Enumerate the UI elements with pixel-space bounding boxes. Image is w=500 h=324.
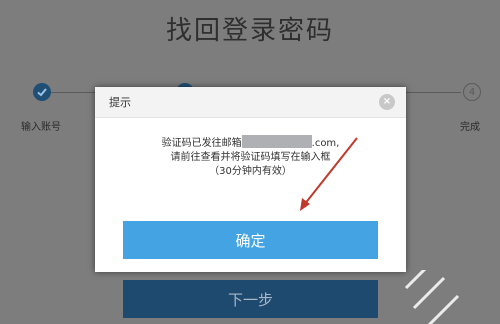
step-1-label: 输入账号 (21, 122, 61, 133)
dialog-title: 提示 (109, 96, 131, 109)
redacted-email (241, 135, 312, 148)
step-4-circle: 4 (463, 83, 481, 101)
next-step-button[interactable]: 下一步 (123, 280, 378, 318)
message-line-2: 请前往查看并将验证码填写在输入框 (170, 152, 331, 163)
message-prefix: 验证码已发往邮箱 (161, 138, 242, 149)
dialog-message: 验证码已发往邮箱 .com, 请前往查看并将验证码填写在输入框 （30分钟内有效） (95, 135, 406, 179)
message-line-1: 验证码已发往邮箱 .com, (95, 135, 406, 151)
page-title: 找回登录密码 (165, 16, 334, 46)
dialog-header: 提示 × (95, 87, 406, 118)
confirm-button[interactable]: 确定 (123, 221, 378, 259)
decorative-slashes (404, 270, 460, 324)
close-icon[interactable]: × (379, 94, 395, 110)
prompt-dialog: 提示 × 验证码已发往邮箱 .com, 请前往查看并将验证码填写在输入框 （30分… (95, 87, 406, 272)
message-line-3: （30分钟内有效） (209, 166, 292, 177)
step-connector (405, 92, 461, 93)
step-1-check-icon (33, 83, 51, 101)
message-suffix: .com, (311, 138, 340, 149)
step-4-label: 完成 (460, 122, 480, 133)
